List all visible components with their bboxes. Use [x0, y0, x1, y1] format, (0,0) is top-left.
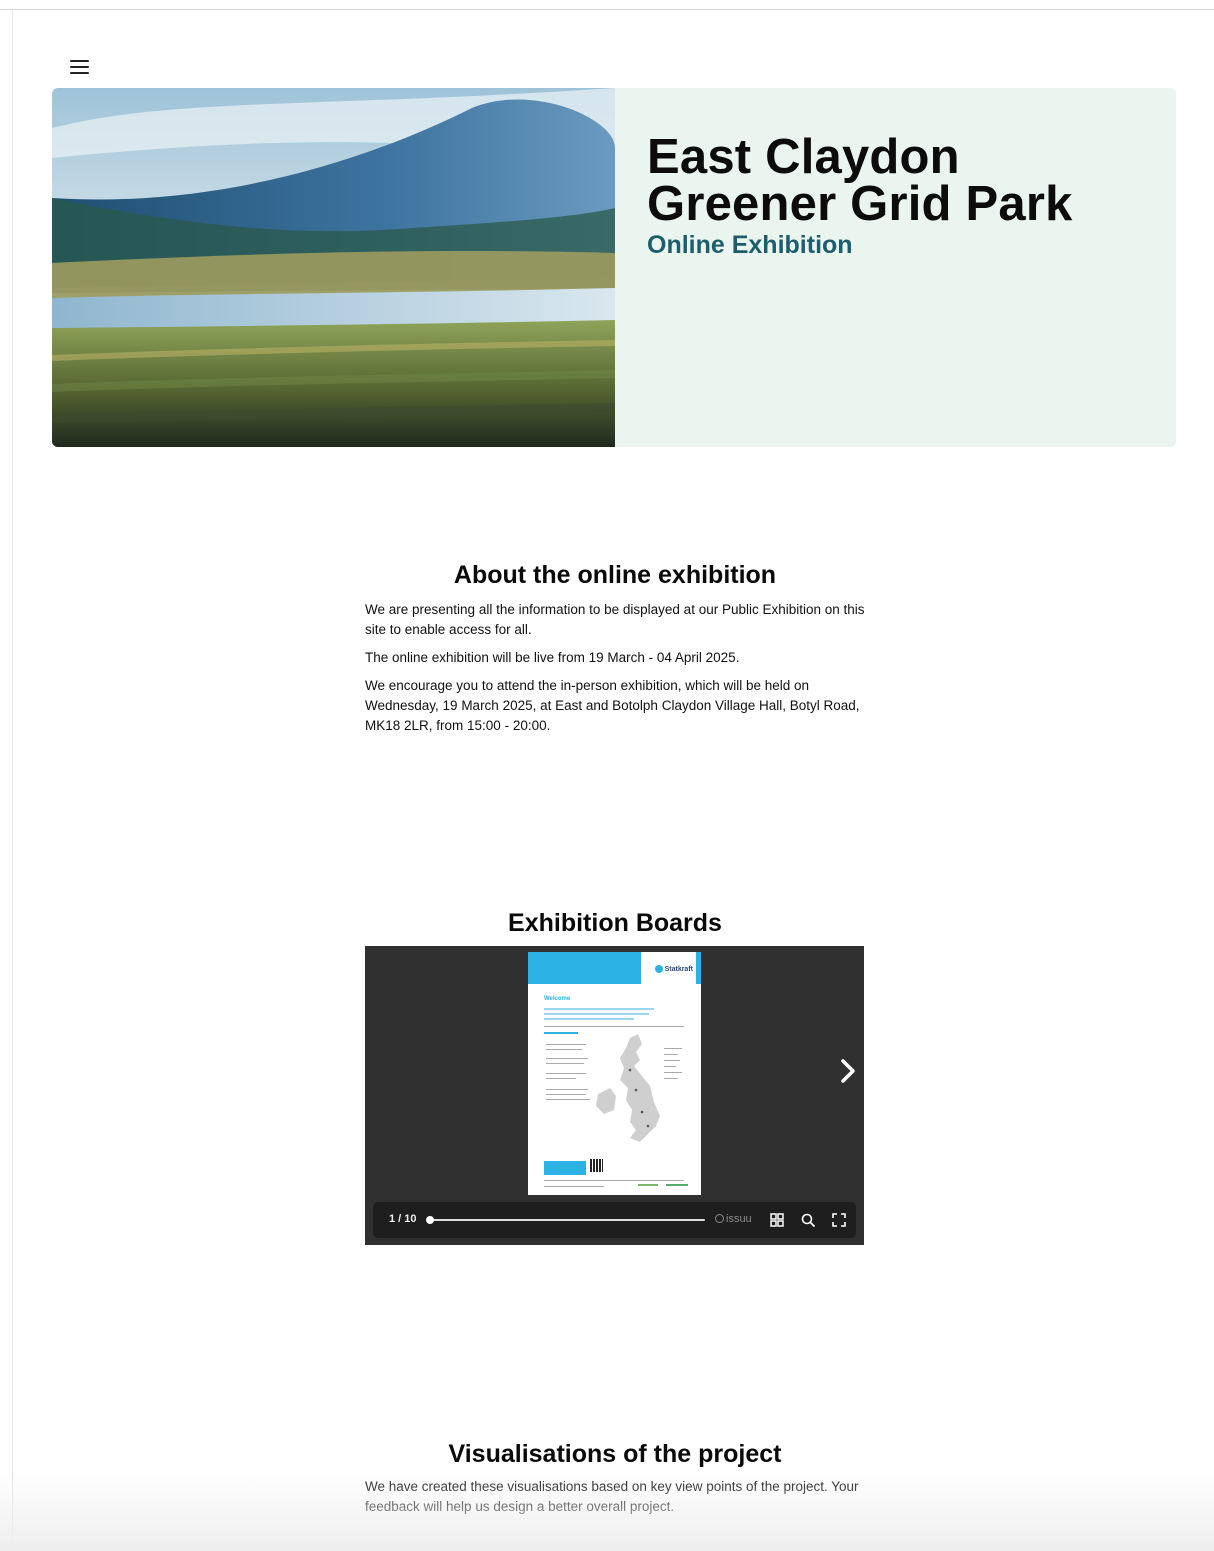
logo-icon: [654, 965, 663, 973]
document-viewer[interactable]: Statkraft Welcome 1 / 10 issuu: [365, 946, 864, 1245]
document-text-line: [546, 1078, 576, 1079]
document-page-preview: Statkraft Welcome: [528, 952, 701, 1195]
document-legend-line: [664, 1060, 680, 1061]
issuu-logo[interactable]: issuu: [715, 1213, 752, 1225]
document-brand-text: Statkraft: [664, 965, 693, 973]
document-legend-line: [664, 1054, 678, 1055]
about-section: About the online exhibition We are prese…: [365, 561, 865, 744]
boards-section: Exhibition Boards: [365, 909, 865, 938]
document-text-line: [546, 1049, 582, 1050]
visualisations-paragraph: We have created these visualisations bas…: [365, 1479, 859, 1514]
page-subtitle: Online Exhibition: [647, 231, 853, 259]
document-heading: Welcome: [544, 996, 571, 1002]
hero-text-block: East Claydon Greener Grid Park Online Ex…: [647, 130, 1147, 260]
document-side-strip: [696, 952, 701, 984]
document-text-line: [546, 1099, 590, 1100]
document-footer-logo: [638, 1184, 658, 1186]
about-paragraph: We are presenting all the information to…: [365, 602, 865, 637]
qr-code-icon: [590, 1159, 603, 1172]
page-left-border: [12, 10, 13, 1551]
grid-view-icon[interactable]: [769, 1212, 785, 1228]
issuu-brand-text: issuu: [726, 1213, 752, 1225]
document-text-line: [544, 1018, 634, 1020]
hero-landscape-image: [52, 88, 615, 447]
page-counter: 1 / 10: [389, 1213, 417, 1225]
visualisations-section: Visualisations of the project We have cr…: [365, 1440, 865, 1525]
about-heading: About the online exhibition: [453, 561, 777, 589]
document-brand-logo: Statkraft: [654, 965, 693, 973]
page-title: East Claydon Greener Grid Park: [647, 130, 1073, 231]
hamburger-menu-icon[interactable]: [70, 59, 90, 75]
issuu-icon: [715, 1214, 724, 1223]
about-paragraph: The online exhibition will be live from …: [365, 650, 740, 665]
document-footer-logo: [666, 1184, 688, 1186]
uk-map-graphic: [596, 1034, 660, 1142]
visualisations-heading: Visualisations of the project: [448, 1440, 782, 1468]
document-divider: [544, 1026, 684, 1027]
chevron-right-icon[interactable]: [835, 1058, 861, 1084]
document-text-line: [546, 1044, 586, 1045]
document-legend-line: [664, 1072, 682, 1073]
document-text-line: [546, 1058, 588, 1059]
search-icon[interactable]: [800, 1212, 816, 1228]
document-text-line: [546, 1073, 586, 1074]
document-callout-box: [544, 1161, 586, 1175]
document-text-line: [544, 1013, 649, 1015]
document-text-line: [546, 1089, 588, 1090]
progress-handle[interactable]: [426, 1216, 434, 1224]
document-text-line: [546, 1063, 584, 1064]
hero-banner: East Claydon Greener Grid Park Online Ex…: [52, 88, 1176, 447]
boards-heading: Exhibition Boards: [508, 909, 722, 937]
document-text-line: [546, 1094, 586, 1095]
document-subheading: [544, 1032, 578, 1034]
document-legend-line: [664, 1066, 676, 1067]
browser-top-edge: [0, 0, 1214, 10]
document-legend-line: [664, 1078, 678, 1079]
about-paragraph: We encourage you to attend the in-person…: [365, 678, 860, 733]
fullscreen-icon[interactable]: [831, 1212, 847, 1228]
document-divider: [544, 1180, 684, 1181]
document-footer-line: [544, 1186, 604, 1187]
document-legend-line: [664, 1048, 682, 1049]
page-progress-slider[interactable]: [426, 1216, 705, 1224]
document-text-line: [544, 1008, 654, 1010]
viewer-controls-bar: 1 / 10 issuu: [373, 1202, 856, 1238]
